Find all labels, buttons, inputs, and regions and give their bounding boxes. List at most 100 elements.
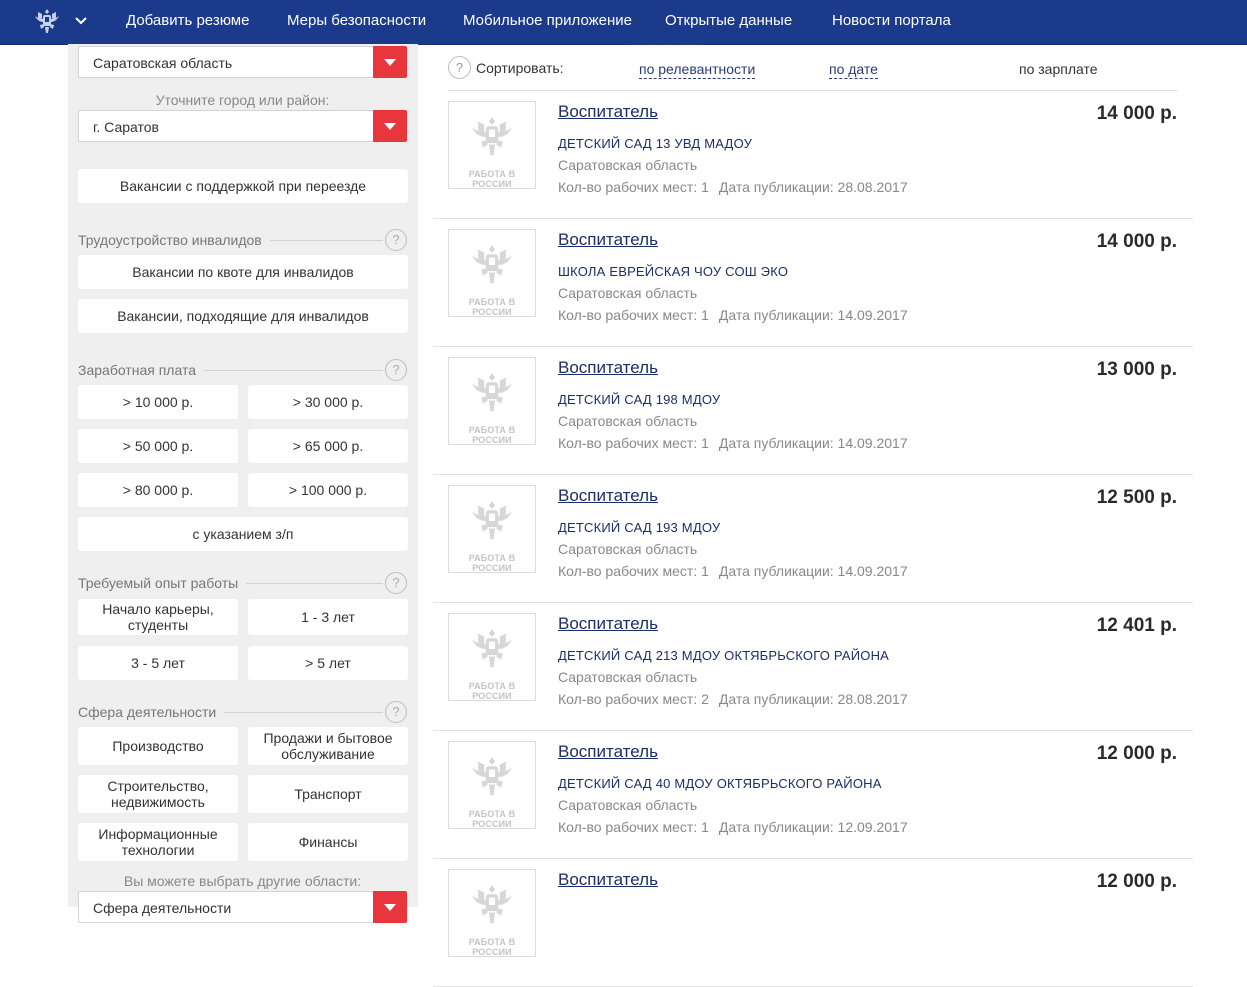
vacancy-region: Саратовская область [558,797,698,813]
sphere-select[interactable]: Сфера деятельности [78,891,407,923]
vacancy-title[interactable]: Воспитатель [558,870,658,890]
salary-option-button[interactable]: > 50 000 р. [78,429,238,463]
coat-of-arms-icon [472,245,512,284]
help-icon[interactable]: ? [385,701,407,723]
sphere-option-button[interactable]: Продажи и бытовое обслуживание [248,727,408,765]
vacancy-title[interactable]: Воспитатель [558,102,658,122]
vacancy-salary: 13 000 р. [1096,359,1177,380]
nav-add-resume[interactable]: Добавить резюме [126,11,249,31]
salary-option-button[interactable]: > 100 000 р. [248,473,408,507]
dropdown-arrow-icon[interactable] [373,46,407,78]
employer-name[interactable]: ДЕТСКИЙ САД 40 МДОУ ОКТЯБРЬСКОГО РАЙОНА [558,776,882,791]
places-count: Кол-во рабочих мест: 1 [558,179,709,195]
sphere-option-button[interactable]: Строительство, недвижимость [78,775,238,813]
chevron-down-icon[interactable] [73,13,89,29]
coat-of-arms-icon [472,373,512,412]
dropdown-arrow-icon[interactable] [373,110,407,142]
employer-name[interactable]: ДЕТСКИЙ САД 198 МДОУ [558,392,720,407]
with-salary-button[interactable]: с указанием з/п [78,517,408,551]
vacancy-title[interactable]: Воспитатель [558,614,658,634]
nav-security-measures[interactable]: Меры безопасности [287,11,426,31]
vacancy-meta: Кол-во рабочих мест: 2 Дата публикации: 2… [558,691,908,707]
sort-salary[interactable]: по зарплате [1019,61,1098,77]
vacancy-salary: 12 401 р. [1096,615,1177,636]
sphere-option-button[interactable]: Финансы [248,823,408,861]
employer-logo[interactable]: РАБОТА В РОССИИ [448,741,536,829]
vacancy-card: РАБОТА В РОССИИ Воспитатель 13 000 р. ДЕ… [433,346,1193,475]
vacancy-card: РАБОТА В РОССИИ Воспитатель 12 401 р. ДЕ… [433,602,1193,731]
other-spheres-label: Вы можете выбрать другие области: [123,873,362,889]
disability-section-title: Трудоустройство инвалидов [78,232,270,248]
sort-date[interactable]: по дате [829,61,878,79]
help-icon[interactable]: ? [385,572,407,594]
logo-caption: РАБОТА В РОССИИ [468,681,516,701]
vacancy-title[interactable]: Воспитатель [558,742,658,762]
publish-date: Дата публикации: 14.09.2017 [718,307,908,323]
vacancy-card: РАБОТА В РОССИИ Воспитатель 12 000 р. ДЕ… [433,730,1193,859]
employer-logo[interactable]: РАБОТА В РОССИИ [448,485,536,573]
experience-option-button[interactable]: 1 - 3 лет [248,599,408,635]
vacancy-title[interactable]: Воспитатель [558,358,658,378]
filter-sidebar: Саратовская область Уточните город или р… [68,44,418,923]
dropdown-arrow-icon[interactable] [373,891,407,923]
employer-name[interactable]: ДЕТСКИЙ САД 213 МДОУ ОКТЯБРЬСКОГО РАЙОНА [558,648,889,663]
experience-section-title: Требуемый опыт работы [78,575,247,591]
employer-logo[interactable]: РАБОТА В РОССИИ [448,229,536,317]
sphere-section-title: Сфера деятельности [78,704,225,720]
employer-logo[interactable]: РАБОТА В РОССИИ [448,869,536,957]
employer-logo[interactable]: РАБОТА В РОССИИ [448,613,536,701]
sphere-option-button[interactable]: Производство [78,727,238,765]
help-icon[interactable]: ? [385,359,407,381]
vacancy-meta: Кол-во рабочих мест: 1 Дата публикации: 1… [558,563,908,579]
nav-portal-news[interactable]: Новости портала [832,11,951,31]
vacancy-meta: Кол-во рабочих мест: 1 Дата публикации: 1… [558,819,908,835]
salary-option-button[interactable]: > 30 000 р. [248,385,408,419]
vacancy-region: Саратовская область [558,669,698,685]
employer-logo[interactable]: РАБОТА В РОССИИ [448,357,536,445]
region-select-value: Саратовская область [93,55,233,71]
vacancy-salary: 12 000 р. [1096,871,1177,892]
coat-of-arms-icon [472,117,512,156]
vacancy-results: ? Сортировать: по релевантности по дате … [433,44,1193,987]
suitable-disabled-button[interactable]: Вакансии, подходящие для инвалидов [78,299,408,333]
logo-caption: РАБОТА В РОССИИ [468,937,516,957]
help-icon[interactable]: ? [385,229,407,251]
publish-date: Дата публикации: 12.09.2017 [718,819,908,835]
logo-caption: РАБОТА В РОССИИ [468,297,516,317]
region-select[interactable]: Саратовская область [78,46,407,78]
vacancy-region: Саратовская область [558,285,698,301]
employer-name[interactable]: ДЕТСКИЙ САД 13 УВД МАДОУ [558,136,752,151]
sphere-option-button[interactable]: Информационные технологии [78,823,238,861]
relocation-support-button[interactable]: Вакансии с поддержкой при переезде [78,169,408,203]
places-count: Кол-во рабочих мест: 2 [558,691,709,707]
employer-name[interactable]: ДЕТСКИЙ САД 193 МДОУ [558,520,720,535]
quota-disabled-button[interactable]: Вакансии по квоте для инвалидов [78,255,408,289]
vacancy-card: РАБОТА В РОССИИ Воспитатель 12 000 р. [433,858,1193,987]
sphere-select-value: Сфера деятельности [93,900,232,916]
salary-option-button[interactable]: > 65 000 р. [248,429,408,463]
sphere-option-button[interactable]: Транспорт [248,775,408,813]
experience-option-button[interactable]: 3 - 5 лет [78,646,238,680]
places-count: Кол-во рабочих мест: 1 [558,307,709,323]
logo-caption: РАБОТА В РОССИИ [468,169,516,189]
nav-open-data[interactable]: Открытые данные [665,11,792,31]
scroll-remnant-underline [638,44,702,45]
coat-of-arms-icon [472,885,512,924]
logo-caption: РАБОТА В РОССИИ [468,553,516,573]
vacancy-region: Саратовская область [558,157,698,173]
employer-logo[interactable]: РАБОТА В РОССИИ [448,101,536,189]
vacancy-title[interactable]: Воспитатель [558,486,658,506]
help-icon[interactable]: ? [448,56,471,79]
experience-option-button[interactable]: Начало карьеры, студенты [78,599,238,635]
salary-option-button[interactable]: > 80 000 р. [78,473,238,507]
salary-option-button[interactable]: > 10 000 р. [78,385,238,419]
nav-mobile-app[interactable]: Мобильное приложение [463,11,632,31]
coat-of-arms-icon[interactable] [32,6,62,36]
city-select[interactable]: г. Саратов [78,110,407,142]
sort-relevance[interactable]: по релевантности [639,61,756,79]
experience-option-button[interactable]: > 5 лет [248,646,408,680]
employer-name[interactable]: ШКОЛА ЕВРЕЙСКАЯ ЧОУ СОШ ЭКО [558,264,788,279]
vacancy-title[interactable]: Воспитатель [558,230,658,250]
logo-caption: РАБОТА В РОССИИ [468,809,516,829]
publish-date: Дата публикации: 14.09.2017 [718,435,908,451]
